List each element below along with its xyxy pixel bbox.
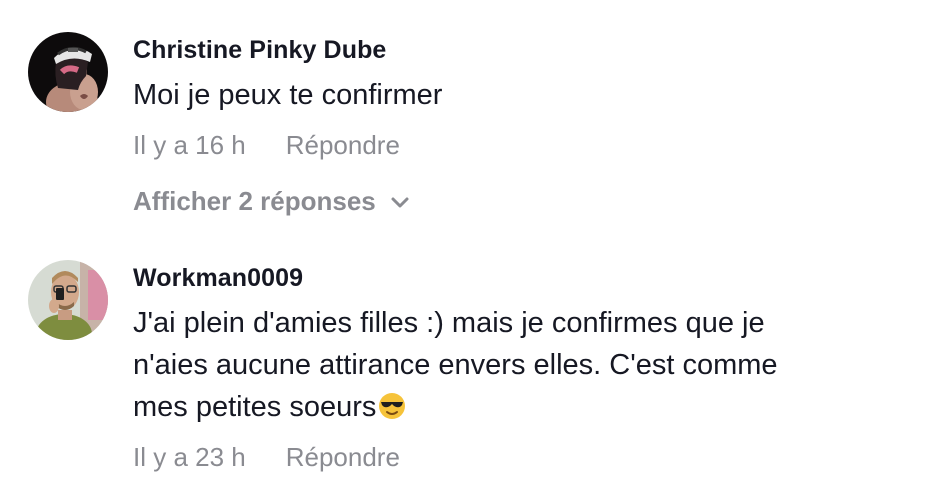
comment-username[interactable]: Christine Pinky Dube [133,36,386,65]
comment-timestamp: Il y a 16 h [133,130,246,160]
comment-text-line: n'aies aucune attirance envers elles. C'… [133,349,778,381]
comment-text-line: mes petites soeurs [133,386,893,428]
avatar-man-selfie-icon [28,260,108,340]
comment-timestamp: Il y a 23 h [133,442,246,472]
reply-button[interactable]: Répondre [286,442,400,473]
comment-meta: Il y a 16 h Répondre [133,130,400,161]
comment-text: J'ai plein d'amies filles :) mais je con… [133,302,893,428]
avatar[interactable] [28,32,108,112]
comment-username[interactable]: Workman0009 [133,264,303,293]
view-replies-button[interactable]: Afficher 2 réponses [133,186,410,217]
sunglasses-emoji-icon [377,391,407,421]
chevron-down-icon [391,197,409,207]
comment-meta: Il y a 23 h Répondre [133,442,400,473]
view-replies-label: Afficher 2 réponses [133,186,376,216]
comment-text: Moi je peux te confirmer [133,79,443,111]
avatar[interactable] [28,260,108,340]
comment-text-line: J'ai plein d'amies filles :) mais je con… [133,307,765,339]
reply-button[interactable]: Répondre [286,130,400,161]
avatar-woman-cap-icon [28,32,108,112]
comment-text-line-content: mes petites soeurs [133,391,377,423]
